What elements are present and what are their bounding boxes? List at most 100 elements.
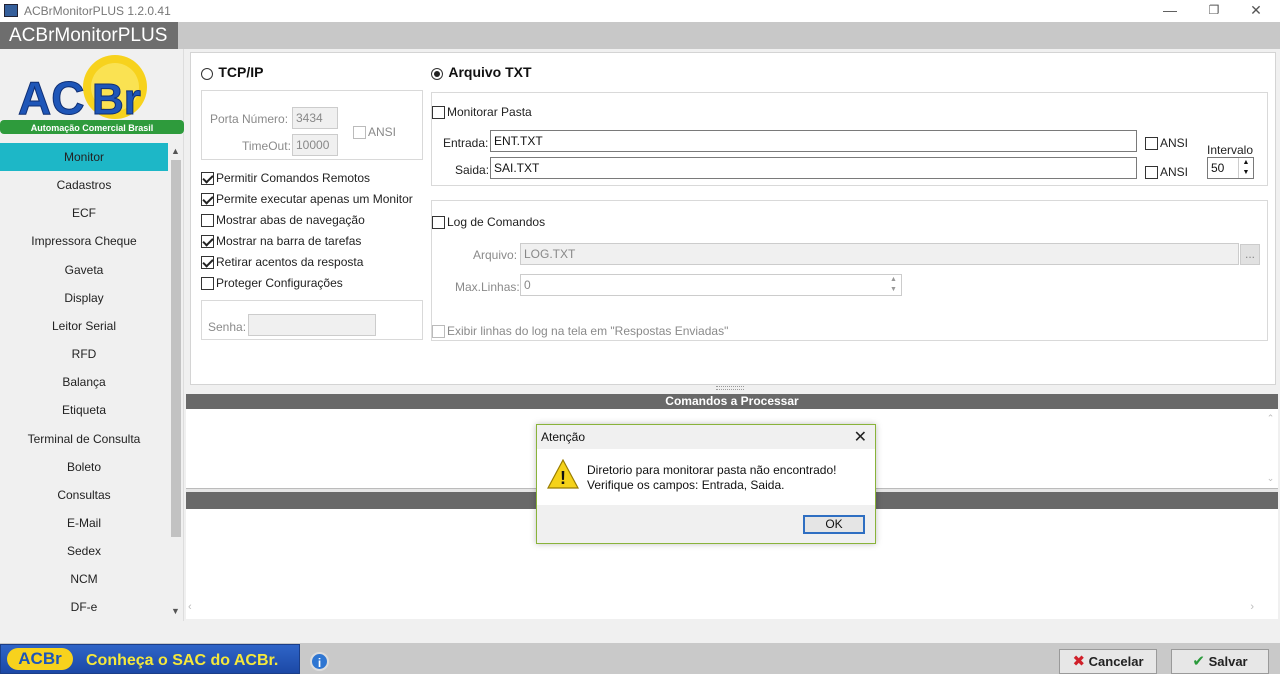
tcp-option-label: Permitir Comandos Remotos — [216, 171, 371, 185]
close-window-button[interactable]: ✕ — [1233, 0, 1279, 22]
tcp-option-label: Proteger Configurações — [216, 276, 343, 290]
sidebar-item-terminal-de-consulta[interactable]: Terminal de Consulta — [0, 425, 168, 453]
sac-logo: ACBr — [7, 648, 73, 670]
header-strip: ACBrMonitorPLUS — [0, 22, 1280, 49]
sidebar-item-impressora-cheque[interactable]: Impressora Cheque — [0, 227, 168, 255]
dialog-title: Atenção — [541, 430, 586, 444]
minimize-button[interactable]: — — [1147, 0, 1193, 22]
cancel-icon: ✖ — [1072, 653, 1086, 670]
checkbox-box[interactable] — [201, 193, 214, 207]
info-icon[interactable]: i — [310, 652, 329, 671]
sidebar-item-balan-a[interactable]: Balança — [0, 368, 168, 396]
save-check-icon: ✔ — [1192, 653, 1205, 670]
sidebar-item-e-mail[interactable]: E-Mail — [0, 509, 168, 537]
app-icon — [4, 4, 18, 17]
txt-radio[interactable] — [431, 67, 443, 80]
scroll-up-icon[interactable]: ▲ — [168, 144, 183, 159]
password-label: Senha: — [208, 320, 247, 334]
sidebar-item-df-e[interactable]: DF-e — [0, 593, 168, 621]
arquivo-input[interactable]: LOG.TXT — [520, 243, 1239, 265]
show-log-checkbox[interactable]: Exibir linhas do log na tela em "Respost… — [432, 324, 728, 339]
tcp-option-checkbox[interactable]: Mostrar na barra de tarefas — [201, 234, 362, 249]
scroll-down-icon[interactable]: ▼ — [168, 604, 183, 619]
port-input[interactable]: 3434 — [292, 107, 338, 129]
tcp-option-label: Mostrar abas de navegação — [216, 213, 365, 227]
dialog-body: ! Diretorio para monitorar pasta não enc… — [537, 449, 875, 505]
sidebar-item-cadastros[interactable]: Cadastros — [0, 171, 168, 199]
sidebar-item-etiqueta[interactable]: Etiqueta — [0, 396, 168, 424]
warning-icon: ! — [547, 459, 579, 489]
sidebar-item-boleto[interactable]: Boleto — [0, 453, 168, 481]
saida-label: Saida: — [455, 163, 490, 177]
maxlines-spinner-icon[interactable]: ▲ ▼ — [886, 275, 901, 295]
port-label: Porta Número: — [210, 112, 289, 126]
tcp-title: TCP/IP — [218, 64, 264, 80]
saida-ansi-checkbox[interactable]: ANSI — [1145, 165, 1188, 180]
svg-text:Br: Br — [92, 75, 141, 124]
sidebar-item-gaveta[interactable]: Gaveta — [0, 256, 168, 284]
entrada-label: Entrada: — [443, 136, 489, 150]
interval-label: Intervalo — [1207, 143, 1254, 157]
acbr-logo: AC Br Automação Comercial Brasil — [0, 52, 184, 140]
maxlines-input[interactable]: 0 — [520, 274, 902, 296]
sidebar-item-sedex[interactable]: Sedex — [0, 537, 168, 565]
sidebar-item-leitor-serial[interactable]: Leitor Serial — [0, 312, 168, 340]
sidebar-item-rfd[interactable]: RFD — [0, 340, 168, 368]
dialog-message-line2: Verifique os campos: Entrada, Saida. — [587, 478, 785, 492]
tcp-option-label: Mostrar na barra de tarefas — [216, 234, 362, 248]
commands-header: Comandos a Processar — [186, 394, 1278, 409]
sidebar-scroll-thumb[interactable] — [171, 160, 181, 537]
tcp-option-checkbox[interactable]: Retirar acentos da resposta — [201, 255, 364, 270]
dialog-message-line1: Diretorio para monitorar pasta não encon… — [587, 463, 837, 477]
interval-spinner-icon[interactable]: ▲ ▼ — [1238, 158, 1253, 178]
browse-button[interactable]: ... — [1240, 244, 1260, 265]
tcp-ansi-checkbox[interactable]: ANSI — [353, 125, 396, 140]
checkbox-box[interactable] — [201, 172, 214, 186]
tcp-option-label: Permite executar apenas um Monitor — [216, 192, 413, 206]
entrada-ansi-checkbox[interactable]: ANSI — [1145, 136, 1188, 151]
splitter-grip[interactable] — [716, 386, 744, 390]
sidebar-item-display[interactable]: Display — [0, 284, 168, 312]
window-title: ACBrMonitorPLUS 1.2.0.41 — [24, 4, 171, 18]
arquivo-label: Arquivo: — [473, 248, 518, 262]
txt-radio-group[interactable]: Arquivo TXT — [431, 64, 532, 80]
commands-scroll-up-icon[interactable]: ⌃ — [1263, 411, 1278, 426]
log-checkbox[interactable]: Log de Comandos — [432, 215, 545, 230]
cancel-button[interactable]: ✖ Cancelar — [1059, 649, 1157, 674]
attention-dialog: Atenção ✕ ! Diretorio para monitorar pas… — [536, 424, 876, 544]
tcp-option-label: Retirar acentos da resposta — [216, 255, 364, 269]
sidebar-item-consultas[interactable]: Consultas — [0, 481, 168, 509]
checkbox-box[interactable] — [201, 214, 214, 228]
txt-title: Arquivo TXT — [448, 64, 532, 80]
checkbox-box[interactable] — [201, 277, 214, 291]
ok-button[interactable]: OK — [803, 515, 865, 534]
svg-text:AC: AC — [18, 72, 84, 124]
restore-button[interactable]: ❐ — [1191, 0, 1237, 22]
scroll-left-icon[interactable]: ‹ — [188, 601, 192, 613]
sidebar-item-ncm[interactable]: NCM — [0, 565, 168, 593]
sidebar-item-monitor[interactable]: Monitor — [0, 143, 168, 171]
app-banner: ACBrMonitorPLUS — [0, 22, 178, 49]
checkbox-box[interactable] — [201, 256, 214, 270]
tcp-option-checkbox[interactable]: Proteger Configurações — [201, 276, 343, 291]
sac-text[interactable]: Conheça o SAC do ACBr. — [86, 652, 278, 670]
checkbox-box[interactable] — [201, 235, 214, 249]
tcp-radio[interactable] — [201, 67, 213, 80]
password-input[interactable] — [248, 314, 376, 336]
tcp-option-checkbox[interactable]: Mostrar abas de navegação — [201, 213, 365, 228]
commands-scroll-down-icon[interactable]: ⌄ — [1263, 471, 1278, 486]
tcp-option-checkbox[interactable]: Permite executar apenas um Monitor — [201, 192, 413, 207]
monitor-folder-checkbox[interactable]: Monitorar Pasta — [432, 105, 532, 120]
save-button[interactable]: ✔ Salvar — [1171, 649, 1269, 674]
log-settings-box — [431, 200, 1268, 341]
tcp-radio-group[interactable]: TCP/IP — [201, 64, 263, 80]
timeout-input[interactable]: 10000 — [292, 134, 338, 156]
entrada-input[interactable]: ENT.TXT — [490, 130, 1137, 152]
svg-text:Automação Comercial Brasil: Automação Comercial Brasil — [31, 123, 154, 133]
scroll-right-icon[interactable]: › — [1250, 601, 1254, 613]
maxlines-label: Max.Linhas: — [455, 280, 520, 294]
sidebar-item-ecf[interactable]: ECF — [0, 199, 168, 227]
dialog-close-icon[interactable]: ✕ — [854, 427, 867, 447]
tcp-option-checkbox[interactable]: Permitir Comandos Remotos — [201, 171, 371, 186]
saida-input[interactable]: SAI.TXT — [490, 157, 1137, 179]
